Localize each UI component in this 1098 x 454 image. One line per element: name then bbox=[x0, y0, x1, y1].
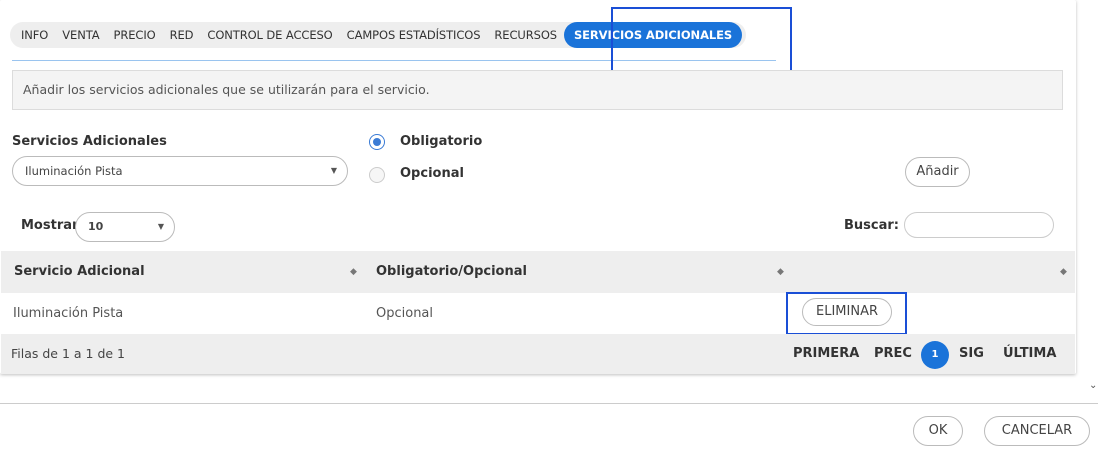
scroll-down-icon[interactable]: ⌄ bbox=[1089, 380, 1097, 391]
cell-service: Iluminación Pista bbox=[13, 306, 124, 321]
show-label: Mostrar bbox=[21, 218, 79, 233]
dialog-panel: INFO VENTA PRECIO RED CONTROL DE ACCESO … bbox=[0, 0, 1076, 374]
tab-info[interactable]: INFO bbox=[14, 22, 55, 48]
tab-red[interactable]: RED bbox=[163, 22, 201, 48]
table-footer: Filas de 1 a 1 de 1 PRIMERA PREC 1 SIG Ú… bbox=[1, 334, 1075, 374]
column-header-service[interactable]: Servicio Adicional bbox=[14, 251, 145, 293]
radio-optional[interactable] bbox=[369, 167, 385, 183]
chevron-down-icon: ▼ bbox=[330, 166, 337, 175]
page-size-select[interactable]: 10 ▼ bbox=[75, 212, 175, 242]
cell-type: Opcional bbox=[376, 306, 434, 321]
pager-last[interactable]: ÚLTIMA bbox=[1003, 334, 1056, 374]
radio-mandatory[interactable] bbox=[369, 134, 385, 150]
footer-divider bbox=[0, 403, 1098, 404]
search-label: Buscar: bbox=[844, 218, 899, 233]
services-select-value: Iluminación Pista bbox=[25, 164, 123, 178]
pager-prev[interactable]: PREC bbox=[874, 334, 912, 374]
pager-next[interactable]: SIG bbox=[959, 334, 984, 374]
tab-underline bbox=[12, 60, 776, 61]
tab-venta[interactable]: VENTA bbox=[55, 22, 106, 48]
tab-recursos[interactable]: RECURSOS bbox=[487, 22, 564, 48]
cancel-button[interactable]: CANCELAR bbox=[984, 416, 1090, 446]
info-message: Añadir los servicios adicionales que se … bbox=[12, 70, 1063, 110]
delete-button[interactable]: ELIMINAR bbox=[802, 298, 892, 326]
table-row: Iluminación Pista Opcional ELIMINAR bbox=[1, 293, 1075, 334]
tab-campos-estadisticos[interactable]: CAMPOS ESTADÍSTICOS bbox=[340, 22, 488, 48]
sort-icon[interactable]: ◆ bbox=[777, 251, 784, 293]
ok-button[interactable]: OK bbox=[913, 416, 963, 446]
services-select[interactable]: Iluminación Pista ▼ bbox=[12, 156, 348, 186]
tab-bar: INFO VENTA PRECIO RED CONTROL DE ACCESO … bbox=[10, 22, 747, 48]
tab-precio[interactable]: PRECIO bbox=[107, 22, 163, 48]
rows-info: Filas de 1 a 1 de 1 bbox=[11, 346, 126, 361]
search-input[interactable] bbox=[904, 212, 1054, 238]
services-label: Servicios Adicionales bbox=[12, 134, 167, 149]
page-size-value: 10 bbox=[88, 220, 104, 233]
sort-icon[interactable]: ◆ bbox=[350, 251, 357, 293]
sort-icon[interactable]: ◆ bbox=[1060, 251, 1067, 293]
table-header: Servicio Adicional ◆ Obligatorio/Opciona… bbox=[1, 251, 1075, 293]
tab-servicios-adicionales[interactable]: SERVICIOS ADICIONALES bbox=[563, 22, 743, 48]
chevron-down-icon: ▼ bbox=[157, 222, 164, 231]
radio-optional-label: Opcional bbox=[400, 166, 464, 181]
pager-first[interactable]: PRIMERA bbox=[793, 334, 859, 374]
pager-current-page[interactable]: 1 bbox=[921, 341, 949, 369]
radio-mandatory-label: Obligatorio bbox=[400, 134, 483, 149]
add-button[interactable]: Añadir bbox=[905, 157, 970, 187]
column-header-type[interactable]: Obligatorio/Opcional bbox=[376, 251, 527, 293]
tab-control-acceso[interactable]: CONTROL DE ACCESO bbox=[200, 22, 339, 48]
